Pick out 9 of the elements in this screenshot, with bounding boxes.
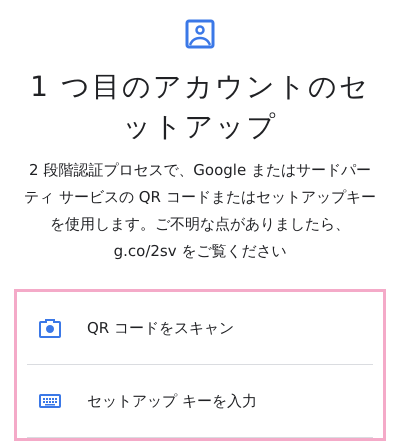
option-item[interactable]: セットアップ キーを入力 [27, 365, 373, 438]
option-item[interactable]: QR コードをスキャン [27, 292, 373, 365]
keyboard-icon [39, 394, 61, 408]
camera-icon [39, 318, 61, 338]
account-icon [185, 19, 215, 49]
description-text: 2 段階認証プロセスで、Google またはサードパーティ サービスの QR コードまたはセットアップキーを使用します。ご不明な点がありましたら、g.co/2sv をご覧ください [23, 160, 377, 262]
option-label: QR コードをスキャン [87, 318, 234, 339]
option-label: セットアップ キーを入力 [87, 390, 257, 412]
page-title: 1 つ目のアカウントのセットアップ [29, 69, 371, 145]
